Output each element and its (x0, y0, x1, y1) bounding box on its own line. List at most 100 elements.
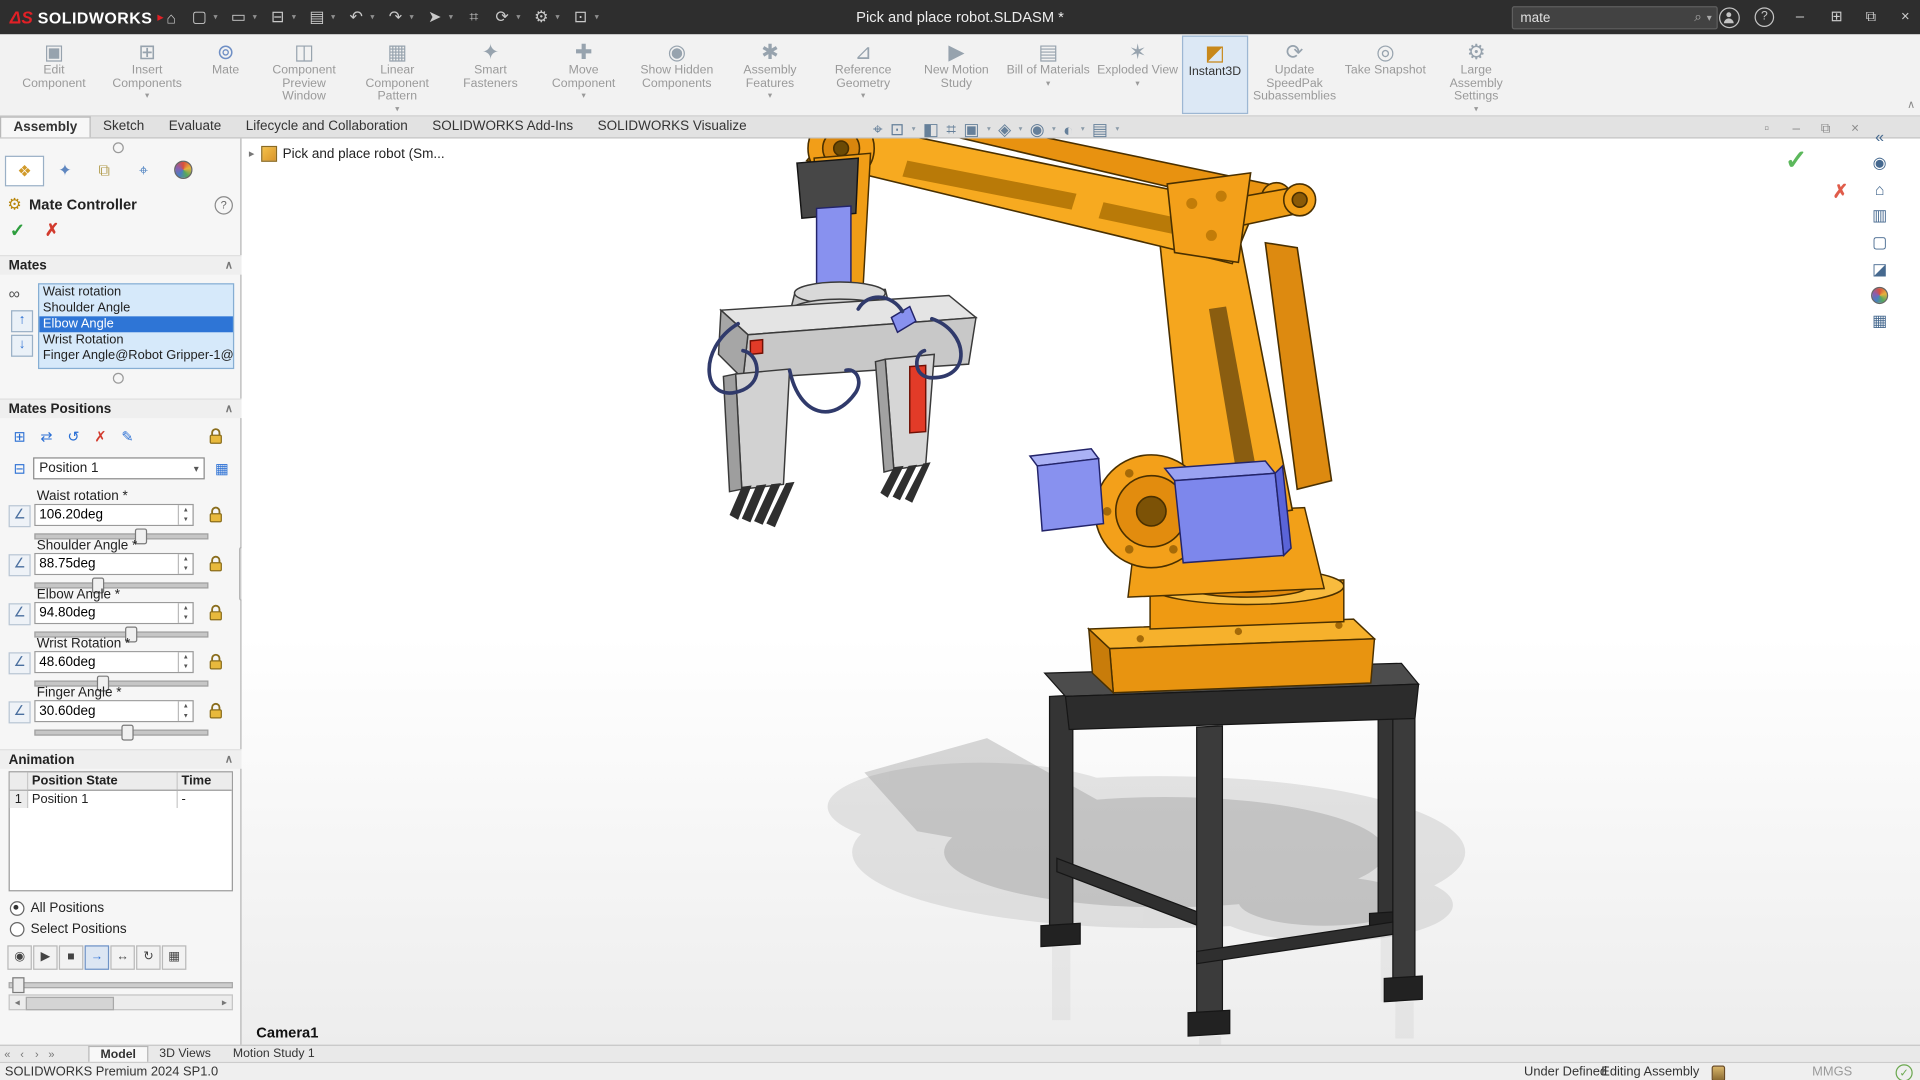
mate-filter-icon[interactable]: ∞ (9, 284, 20, 302)
capture-caret-icon[interactable]: ▾ (595, 12, 606, 22)
spinner[interactable]: ▲ ▼ (177, 505, 193, 525)
tab-feature-manager[interactable]: ❖ (4, 155, 45, 187)
tab-scroll-first-icon[interactable]: « (0, 1048, 15, 1060)
print-icon[interactable]: ▤ (303, 7, 331, 27)
rebuild-icon[interactable]: ⟳ (488, 7, 516, 27)
custom-properties-icon[interactable]: ▦ (1872, 311, 1887, 331)
ribbon-button-take-snapshot[interactable]: ◎ Take Snapshot (1341, 36, 1429, 114)
viewport-restore-icon[interactable]: ⧉ (1815, 121, 1837, 137)
viewport-pin-icon[interactable]: ▫ (1756, 121, 1778, 136)
confirm-cancel-button[interactable]: ✗ (1828, 180, 1853, 205)
edit-appearance-icon[interactable]: ◐ (1063, 120, 1073, 140)
tab-configuration-manager[interactable]: ⧉ (86, 156, 123, 184)
search-icon[interactable]: ⌕ (1694, 10, 1702, 26)
ribbon-button-component-preview-window[interactable]: ◫ Component Preview Window (257, 36, 350, 114)
feature-tree-breadcrumb[interactable]: ▸ Pick and place robot (Sm... (249, 145, 445, 162)
delete-position-button[interactable]: ✗ (88, 425, 113, 450)
lock-icon[interactable] (208, 654, 223, 671)
reset-positions-button[interactable]: ↺ (61, 425, 86, 450)
new-document-icon[interactable]: ▢ (185, 7, 213, 27)
undo-icon[interactable]: ↶ (342, 7, 370, 27)
window-layout-button[interactable]: ⊞ (1824, 7, 1849, 24)
view-settings-icon[interactable]: ▤ (1092, 119, 1108, 140)
search-caret-icon[interactable]: ▾ (1707, 12, 1712, 23)
file-explorer-icon[interactable]: ▢ (1872, 233, 1887, 253)
status-check-icon[interactable]: ✓ (1895, 1064, 1913, 1080)
search-box[interactable]: ⌕ ▾ (1511, 6, 1718, 30)
view-orientation-icon[interactable]: ▣ (963, 119, 979, 140)
list-item[interactable]: Waist rotation (39, 284, 233, 300)
ribbon-collapse-icon[interactable]: ∧ (1907, 98, 1915, 111)
scrollbar-thumb[interactable] (25, 996, 115, 1011)
ribbon-button-smart-fasteners[interactable]: ✦ Smart Fasteners (444, 36, 537, 114)
select-caret-icon[interactable]: ▾ (449, 12, 460, 22)
add-position-button[interactable]: ⊞ (7, 425, 32, 450)
list-item-selected[interactable]: Elbow Angle (39, 316, 233, 333)
screen-capture-icon[interactable]: ⊡ (566, 7, 594, 27)
appearances-icon[interactable] (1871, 286, 1889, 305)
save-caret-icon[interactable]: ▾ (292, 12, 303, 22)
tab-scroll-next-icon[interactable]: › (29, 1048, 44, 1060)
slider-thumb[interactable] (121, 724, 134, 741)
animation-group-header[interactable]: Animation ∧ (0, 749, 242, 769)
search-input[interactable] (1517, 9, 1690, 27)
select-icon[interactable]: ➤ (421, 7, 449, 27)
restore-button[interactable]: ⧉ (1859, 7, 1884, 25)
ribbon-button-show-hidden-components[interactable]: ◉ Show Hidden Components (630, 36, 723, 114)
lock-icon[interactable] (208, 604, 223, 621)
ribbon-button-linear-component-pattern[interactable]: ▦ Linear Component Pattern ▾ (351, 36, 444, 114)
position-grid-button[interactable]: ▦ (210, 457, 235, 482)
viewport-close-icon[interactable]: × (1844, 121, 1866, 136)
list-item[interactable]: Wrist Rotation (39, 332, 233, 348)
shoulder-angle-field[interactable]: ▲▼ (34, 552, 194, 576)
tab-assembly[interactable]: Assembly (0, 116, 91, 138)
ribbon-button-mate[interactable]: ⊚ Mate (194, 36, 258, 114)
update-positions-button[interactable]: ⇄ (34, 425, 59, 450)
graphics-viewport[interactable]: ▸ Pick and place robot (Sm... Camera1 (241, 138, 1920, 1045)
finger-angle-field[interactable]: ▲▼ (34, 700, 194, 723)
table-row[interactable]: 1 Position 1 - (9, 790, 232, 808)
tab-solidworks-add-ins[interactable]: SOLIDWORKS Add-Ins (420, 116, 585, 137)
panel-horizontal-scrollbar[interactable]: ◂ ▸ (8, 994, 233, 1011)
open-icon[interactable]: ▭ (224, 7, 252, 27)
tab-property-manager[interactable]: ✦ (47, 156, 84, 184)
expand-arrow-icon[interactable]: ▸ (249, 147, 255, 160)
tab-solidworks-visualize[interactable]: SOLIDWORKS Visualize (585, 116, 758, 137)
confirm-ok-button[interactable]: ✓ (1780, 144, 1813, 177)
rename-position-button[interactable]: ✎ (115, 425, 140, 450)
tab-model[interactable]: Model (88, 1045, 149, 1063)
tab-scroll-prev-icon[interactable]: ‹ (15, 1048, 30, 1060)
options-caret-icon[interactable]: ▾ (555, 12, 566, 22)
spinner[interactable]: ▲ ▼ (177, 554, 193, 574)
viewport-minimize-icon[interactable]: – (1785, 121, 1807, 136)
wrist-rotation-field[interactable]: ▲▼ (34, 651, 194, 674)
waist-rotation-field[interactable]: ▲▼ (34, 503, 194, 526)
panel-help-icon[interactable]: ? (214, 195, 233, 214)
radio-all-positions[interactable]: All Positions (9, 901, 104, 916)
3dexperience-icon[interactable]: ◉ (1873, 153, 1887, 173)
ribbon-button-instant3d[interactable]: ◩ Instant3D (1181, 35, 1248, 115)
list-item[interactable]: Shoulder Angle (39, 300, 233, 316)
redo-caret-icon[interactable]: ▾ (410, 12, 421, 22)
cancel-button[interactable]: ✗ (45, 219, 59, 241)
tab-display-manager[interactable] (164, 156, 201, 184)
tab-sketch[interactable]: Sketch (91, 116, 157, 137)
loop-button[interactable]: ↻ (136, 945, 161, 970)
open-caret-icon[interactable]: ▾ (253, 12, 264, 22)
ribbon-button-exploded-view[interactable]: ✶ Exploded View ▾ (1093, 36, 1181, 114)
list-item[interactable]: Finger Angle@Robot Gripper-1@Pic (39, 348, 233, 364)
zoom-area-icon[interactable]: ⊡ (890, 119, 904, 140)
panel-grip[interactable] (112, 142, 124, 154)
status-units[interactable]: MMGS (1812, 1064, 1852, 1079)
save-animation-button[interactable]: ▦ (161, 945, 187, 970)
calculate-button[interactable]: ◉ (7, 945, 32, 970)
mates-group-header[interactable]: Mates ∧ (0, 255, 242, 275)
lock-icon[interactable] (208, 555, 223, 572)
spinner[interactable]: ▲ ▼ (177, 652, 193, 672)
task-pane-collapse-icon[interactable]: « (1875, 128, 1884, 146)
attach-icon[interactable]: ⌗ (460, 7, 488, 27)
tab-evaluate[interactable]: Evaluate (156, 116, 233, 137)
scroll-right-icon[interactable]: ▸ (217, 996, 232, 1009)
rebuild-caret-icon[interactable]: ▾ (516, 12, 527, 22)
ribbon-button-assembly-features[interactable]: ✱ Assembly Features ▾ (723, 36, 816, 114)
